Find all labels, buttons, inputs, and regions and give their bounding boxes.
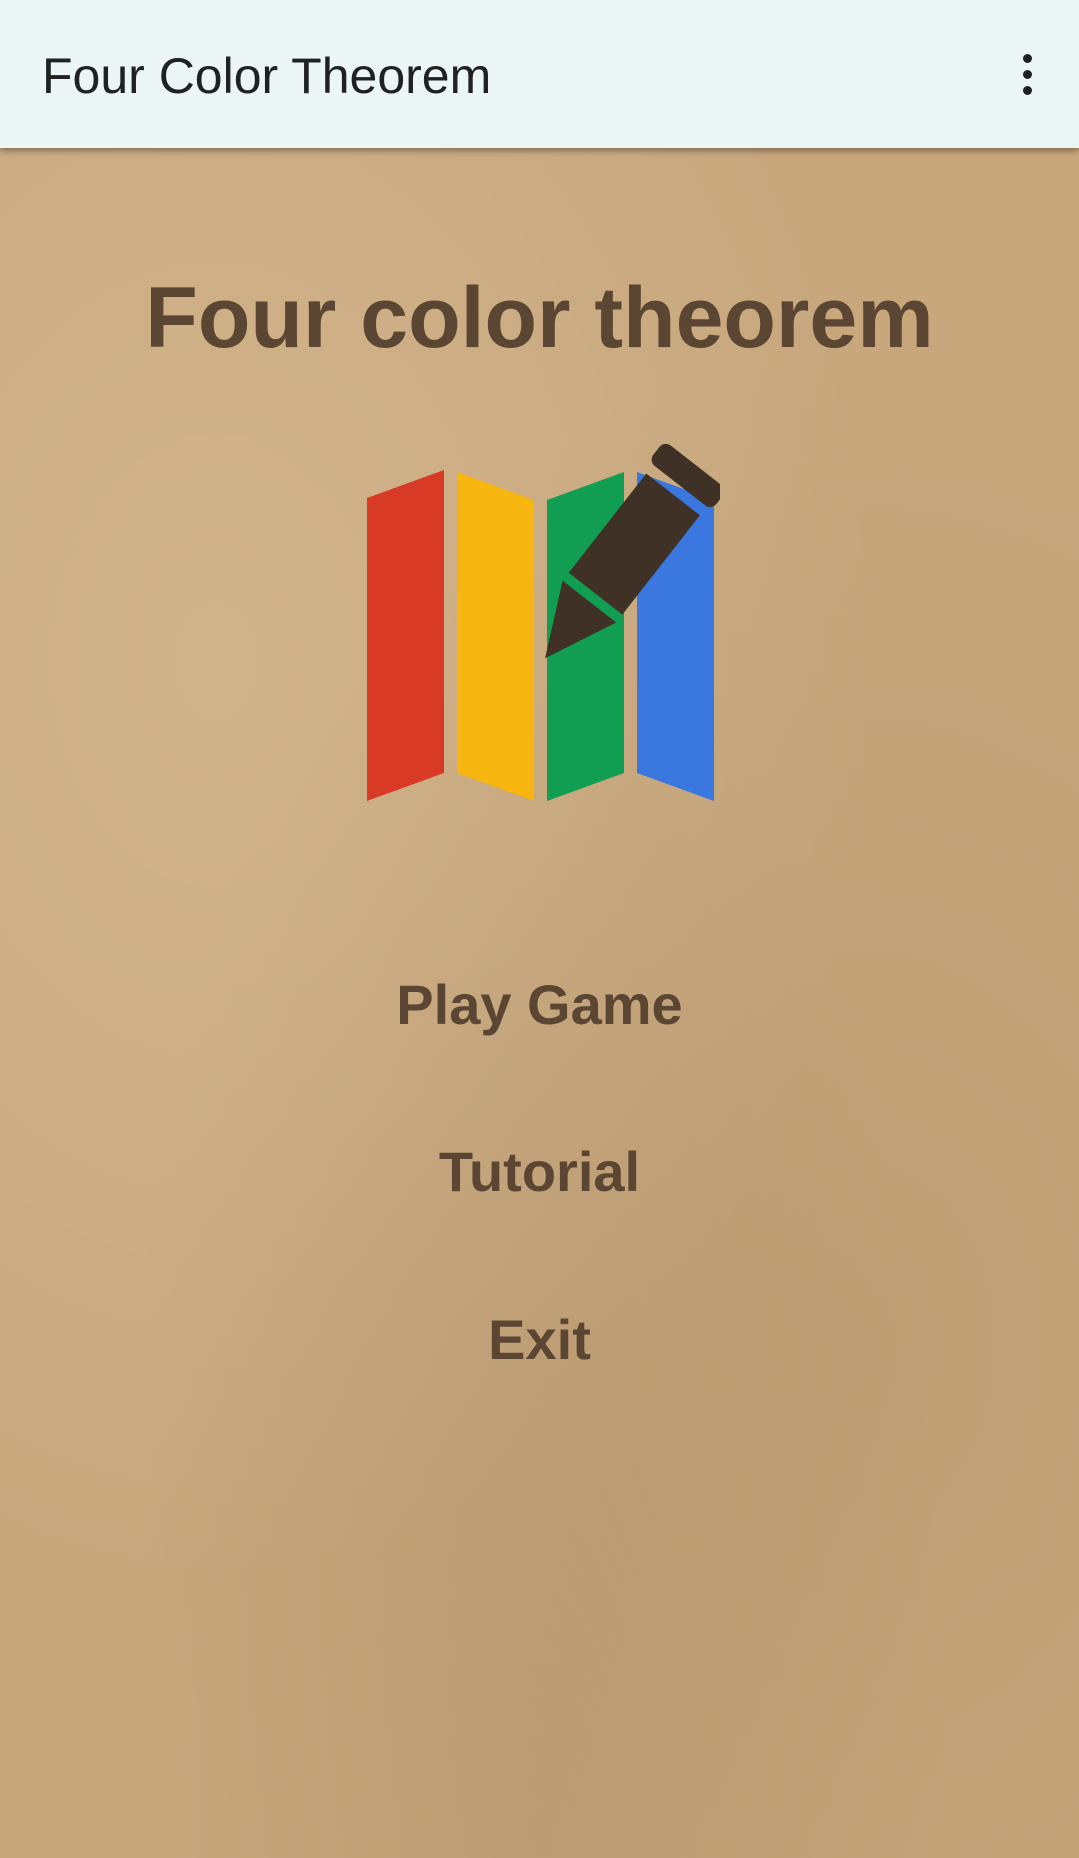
tutorial-button[interactable]: Tutorial [0, 1137, 1079, 1207]
map-with-pencil-icon [367, 443, 720, 801]
exit-button[interactable]: Exit [0, 1305, 1079, 1375]
app-bar: Four Color Theorem [0, 0, 1079, 148]
page-heading: Four color theorem [145, 270, 934, 366]
play-game-button[interactable]: Play Game [0, 970, 1079, 1040]
menu-dot [1022, 85, 1032, 95]
map-strip-yellow [457, 472, 534, 801]
menu-dot [1022, 53, 1032, 63]
menu-dot [1022, 69, 1032, 79]
app-title: Four Color Theorem [42, 48, 492, 104]
map-strip-red [367, 470, 444, 801]
more-vert-icon[interactable] [1005, 46, 1049, 102]
